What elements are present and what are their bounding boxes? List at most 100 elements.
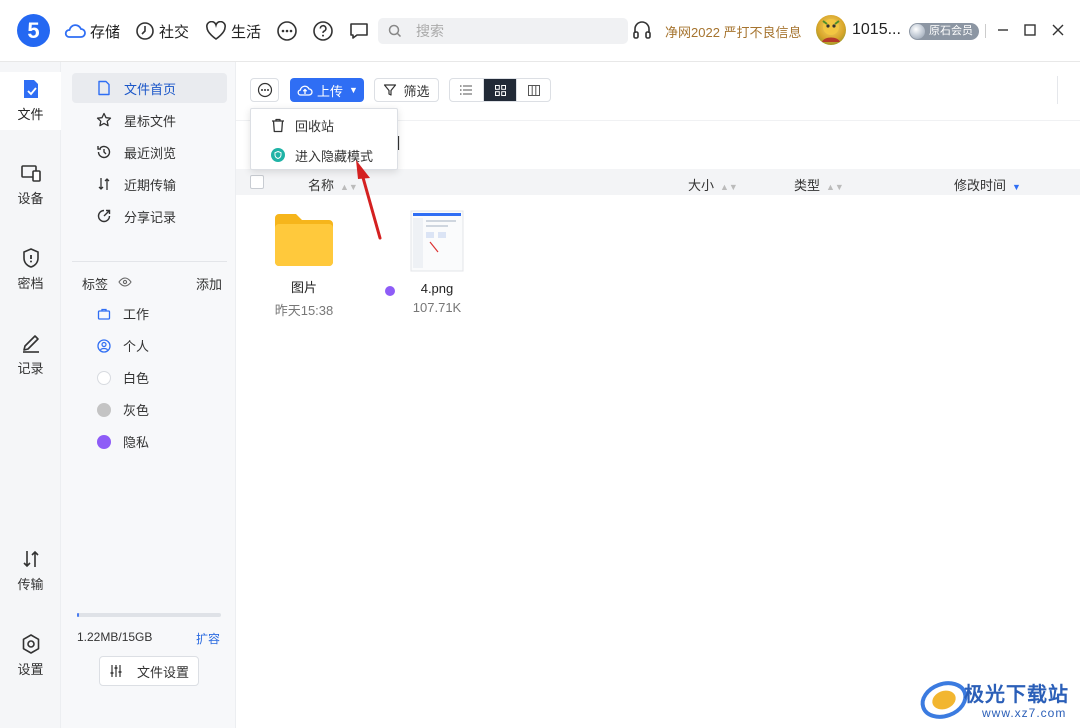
rail-item-vault-label: 密档 xyxy=(17,276,44,291)
help-icon[interactable] xyxy=(312,20,334,42)
annotation-arrow-icon xyxy=(356,160,382,240)
tag-item-work-label: 工作 xyxy=(123,307,150,322)
more-icon[interactable] xyxy=(276,20,298,42)
pen-icon xyxy=(22,335,39,353)
nav-storage-label: 存储 xyxy=(90,23,121,41)
nav-social-label: 社交 xyxy=(159,23,190,41)
cloud-icon xyxy=(64,24,86,38)
watermark-title: 极光下载站 xyxy=(964,684,1069,706)
rail-item-files-label: 文件 xyxy=(17,107,44,122)
file-date: 昨天15:38 xyxy=(274,303,334,318)
person-icon xyxy=(97,338,111,353)
sidebar-item-shares[interactable]: 分享记录 xyxy=(72,201,227,231)
folder-icon xyxy=(275,214,333,266)
column-type[interactable]: 类型 ▲▼ xyxy=(794,175,844,194)
clock-icon xyxy=(136,22,154,40)
message-icon[interactable] xyxy=(348,20,370,42)
rail-item-files[interactable]: 文件 xyxy=(0,72,61,130)
sidebar: 文件首页 星标文件 最近浏览 近期传输 分享记录 标签 添加 工作 个人 白色 … xyxy=(61,62,236,728)
file-size: 107.71K xyxy=(412,300,462,315)
username[interactable]: 1015... xyxy=(852,21,901,39)
headset-icon[interactable] xyxy=(632,19,652,41)
tag-item-white[interactable]: 白色 xyxy=(97,368,149,387)
tag-item-personal-label: 个人 xyxy=(123,339,150,354)
avatar[interactable] xyxy=(816,15,846,45)
heart-icon xyxy=(206,21,226,40)
star-icon xyxy=(96,112,112,127)
columns-icon xyxy=(527,84,540,96)
shield-icon xyxy=(22,248,39,268)
briefcase-icon xyxy=(97,308,111,320)
tag-item-personal[interactable]: 个人 xyxy=(97,336,149,355)
search-box[interactable] xyxy=(378,18,628,44)
close-icon[interactable] xyxy=(1050,22,1066,38)
sliders-icon xyxy=(110,665,122,677)
tag-item-gray[interactable]: 灰色 xyxy=(97,400,149,419)
share-icon xyxy=(97,209,111,223)
maximize-icon[interactable] xyxy=(1022,22,1038,38)
watermark-url: www.xz7.com xyxy=(982,706,1067,720)
rail-item-transfer[interactable]: 传输 xyxy=(0,548,61,593)
column-size[interactable]: 大小 ▲▼ xyxy=(688,175,738,194)
filter-button[interactable]: 筛选 xyxy=(374,78,439,102)
tag-item-work[interactable]: 工作 xyxy=(97,304,149,323)
expand-storage-link[interactable]: 扩容 xyxy=(196,630,220,647)
file-item-folder[interactable]: 图片 昨天15:38 xyxy=(259,210,349,319)
upload-button[interactable]: 上传 ▼ xyxy=(290,78,364,102)
column-modified-label: 修改时间 xyxy=(954,178,1007,193)
nav-social[interactable]: 社交 xyxy=(135,18,189,44)
file-name: 4.png xyxy=(420,281,454,296)
file-item-image[interactable]: 4.png 107.71K xyxy=(392,210,482,315)
select-all-checkbox[interactable] xyxy=(250,175,264,189)
add-tag-button[interactable]: 添加 xyxy=(196,274,222,293)
toolbar-divider xyxy=(1057,76,1058,104)
file-name: 图片 xyxy=(290,280,317,295)
minimize-icon[interactable] xyxy=(995,22,1011,38)
sort-desc-icon: ▼ xyxy=(1012,182,1021,192)
view-toggle xyxy=(449,78,551,102)
storage-progress-fill xyxy=(77,613,80,617)
menu-item-recycle-bin[interactable]: 回收站 xyxy=(251,110,397,140)
page-icon xyxy=(98,80,110,96)
rail-item-notes-label: 记录 xyxy=(17,361,44,376)
upload-cloud-icon xyxy=(297,85,313,96)
sidebar-item-recent[interactable]: 最近浏览 xyxy=(72,137,227,167)
chevron-down-icon: ▼ xyxy=(349,85,358,95)
nav-life[interactable]: 生活 xyxy=(205,18,261,44)
grid-icon xyxy=(494,84,506,96)
grid-view-button[interactable] xyxy=(483,79,518,101)
column-name-label: 名称 xyxy=(308,178,335,193)
rail-item-settings[interactable]: 设置 xyxy=(0,633,61,678)
tag-item-private-label: 隐私 xyxy=(123,435,150,450)
tag-color-dot xyxy=(97,434,111,449)
tag-color-dot xyxy=(97,402,111,417)
rail-item-vault[interactable]: 密档 xyxy=(0,247,61,292)
image-thumbnail xyxy=(410,210,464,272)
more-icon xyxy=(257,82,272,98)
rail-item-devices[interactable]: 设备 xyxy=(0,162,61,207)
nav-storage[interactable]: 存储 xyxy=(64,18,120,44)
rail-item-devices-label: 设备 xyxy=(17,191,44,206)
storage-progress xyxy=(77,613,221,617)
search-icon xyxy=(388,24,402,38)
storage-usage: 1.22MB/15GB xyxy=(77,630,153,644)
sidebar-item-transfers[interactable]: 近期传输 xyxy=(72,169,227,199)
member-badge[interactable]: 原石会员 xyxy=(909,23,979,40)
filter-label: 筛选 xyxy=(403,83,430,99)
search-input[interactable] xyxy=(416,23,606,39)
tag-item-private[interactable]: 隐私 xyxy=(97,432,149,451)
sidebar-item-home[interactable]: 文件首页 xyxy=(72,73,227,103)
sidebar-item-starred[interactable]: 星标文件 xyxy=(72,105,227,135)
eye-icon[interactable] xyxy=(118,276,132,288)
column-type-label: 类型 xyxy=(794,178,821,193)
list-view-button[interactable] xyxy=(450,79,484,101)
column-view-button[interactable] xyxy=(517,79,550,101)
column-modified[interactable]: 修改时间 ▼ xyxy=(954,175,1021,194)
rail-item-notes[interactable]: 记录 xyxy=(0,332,61,377)
file-settings-button[interactable]: 文件设置 xyxy=(99,656,199,686)
promo-link[interactable]: 净网2022 严打不良信息 xyxy=(665,22,802,41)
more-options-button[interactable] xyxy=(250,78,279,102)
app-logo[interactable]: 5 xyxy=(17,14,50,47)
filter-icon xyxy=(384,84,397,96)
hidden-mode-icon xyxy=(271,148,285,162)
